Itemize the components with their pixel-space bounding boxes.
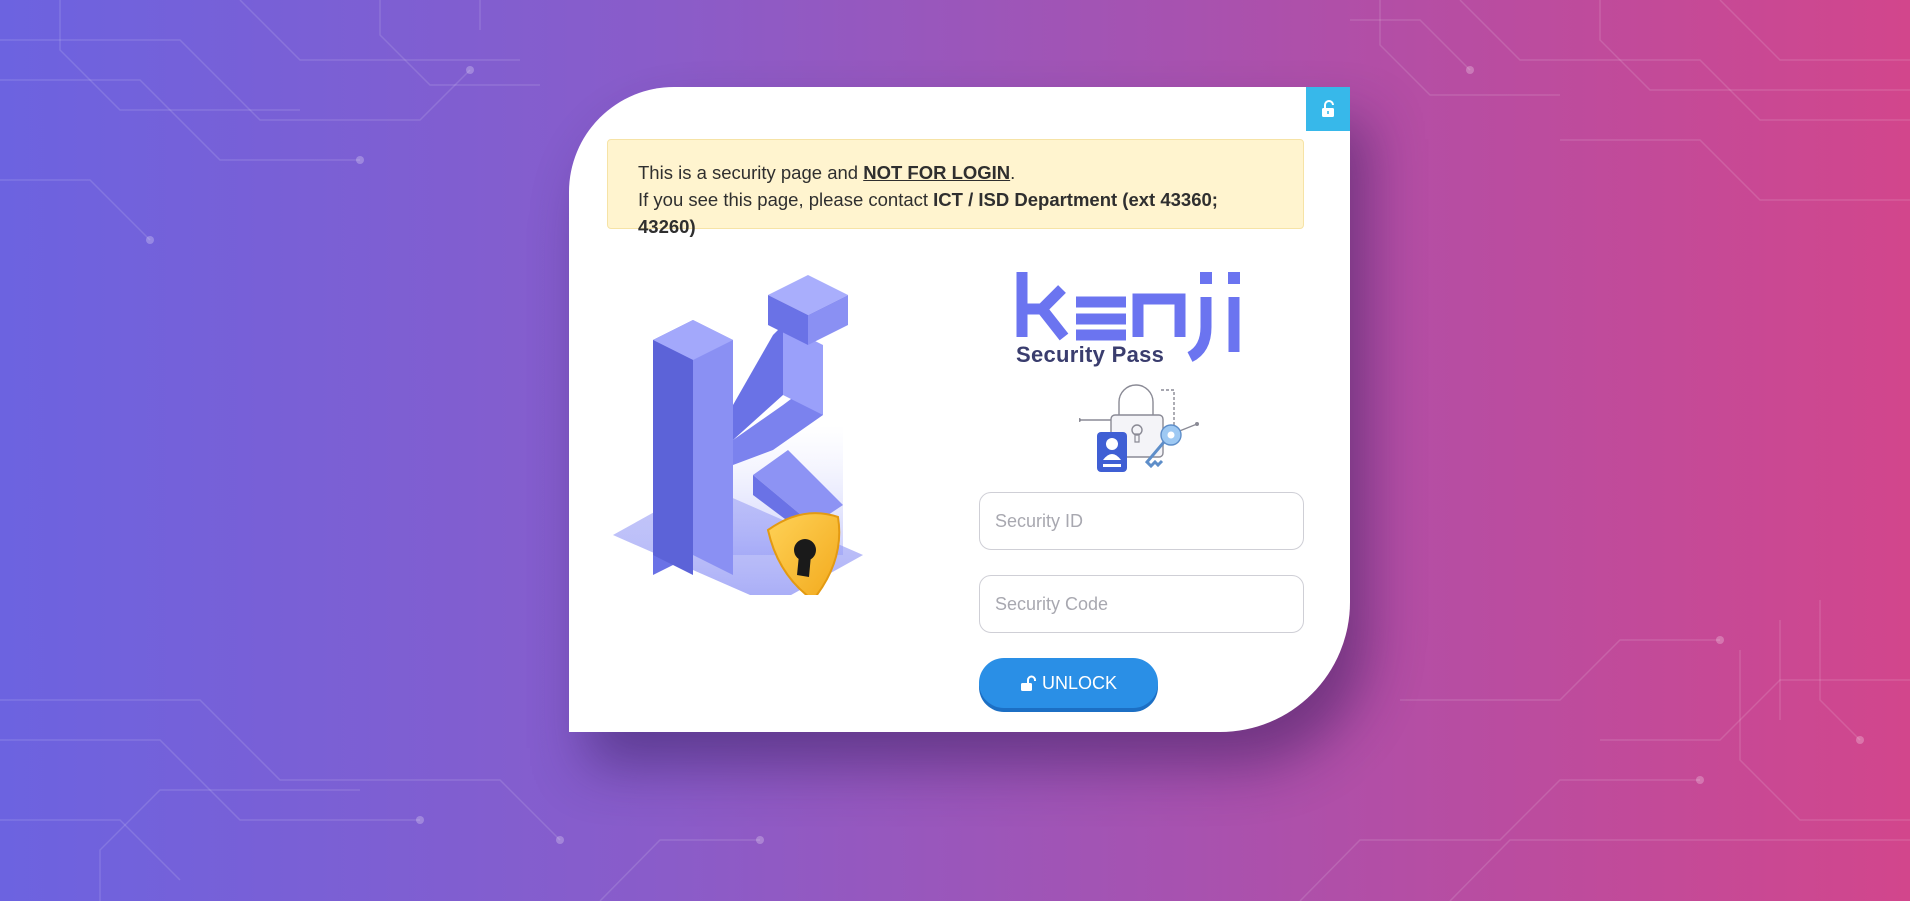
lock-toggle[interactable]: [1306, 87, 1350, 131]
security-card: This is a security page and NOT FOR LOGI…: [569, 87, 1350, 732]
notice-line-1: This is a security page and NOT FOR LOGI…: [638, 162, 1016, 183]
not-for-login-text: NOT FOR LOGIN: [863, 162, 1011, 183]
unlock-button-label: UNLOCK: [1041, 672, 1117, 693]
unlock-button[interactable]: UNLOCK: [979, 658, 1158, 708]
notice-line-2: If you see this page, please contact ICT…: [638, 189, 1218, 237]
k-logo-shield-illustration: [613, 275, 863, 595]
unlock-icon: [1322, 100, 1334, 117]
brand-subtitle: Security Pass: [1016, 342, 1165, 367]
security-code-input[interactable]: [979, 575, 1304, 633]
unlock-icon: [1020, 675, 1036, 691]
padlock-key-id-icon: [1079, 384, 1199, 472]
security-notice: This is a security page and NOT FOR LOGI…: [607, 139, 1304, 237]
security-id-input[interactable]: [979, 492, 1304, 550]
